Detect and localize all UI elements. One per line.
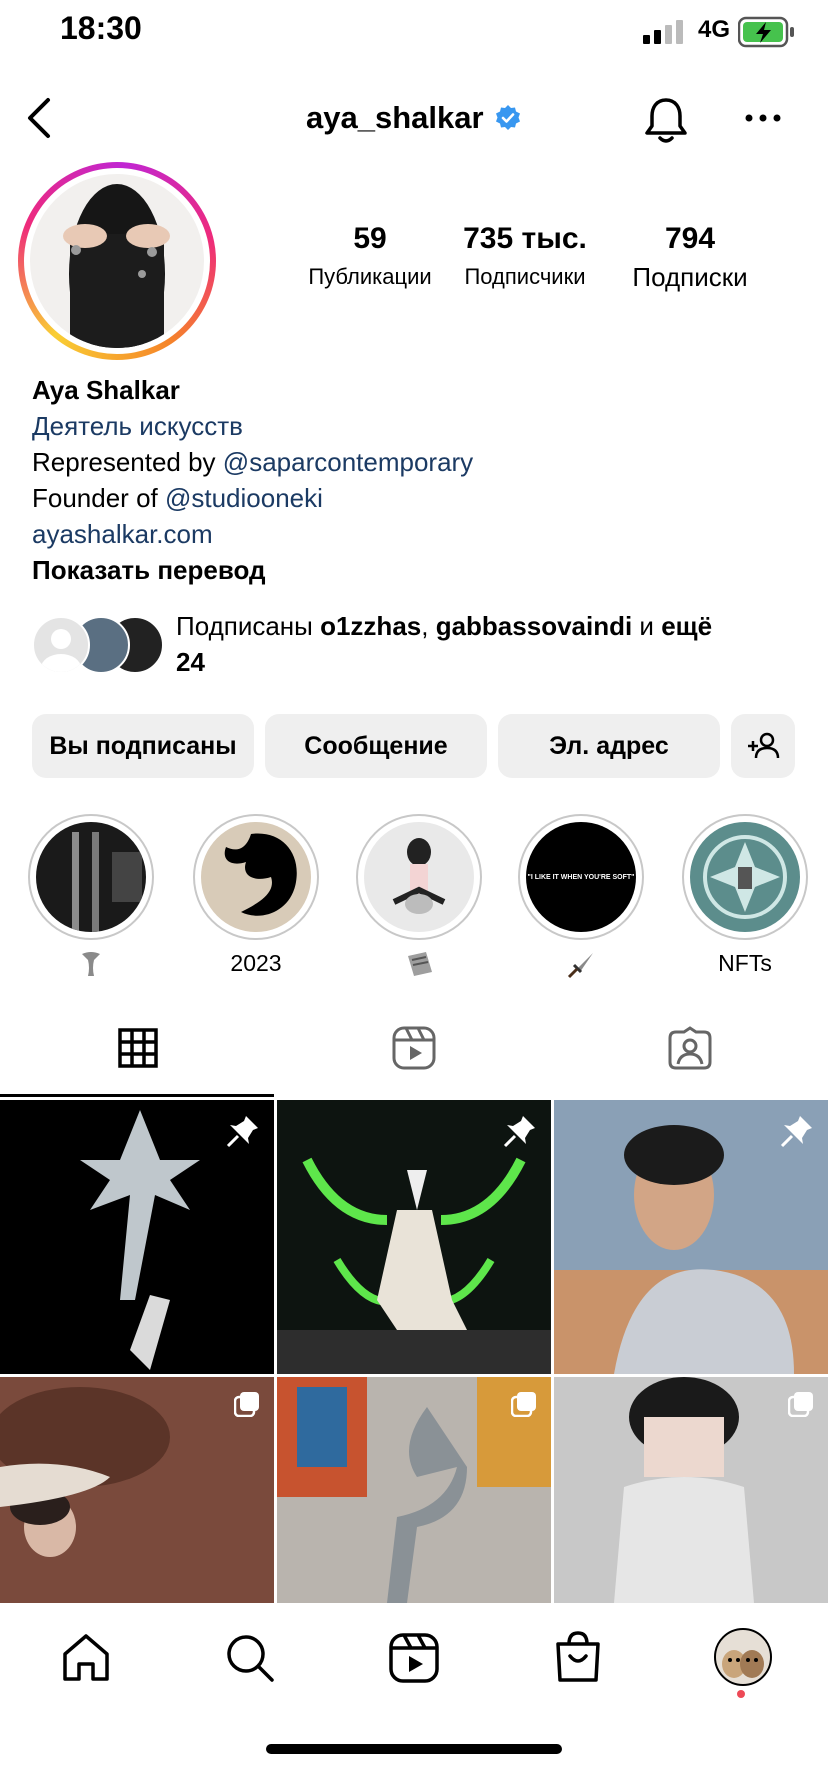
- profile-username: aya_shalkar: [306, 100, 484, 135]
- multiple-photos-icon: [234, 1392, 259, 1417]
- pinned-icon: [503, 1116, 535, 1148]
- highlight-1-emoji-icon: [82, 952, 100, 976]
- followed-by-more: ещё: [661, 611, 713, 641]
- email-button[interactable]: Эл. адрес: [498, 714, 720, 778]
- post-6-image: [614, 1377, 754, 1603]
- grid-post-1[interactable]: [0, 1100, 274, 1374]
- highlight-4[interactable]: "I LIKE IT WHEN YOU'RE SOFT": [518, 814, 644, 940]
- highlight-4-cover-text: "I LIKE IT WHEN YOU'RE SOFT": [527, 873, 635, 881]
- network-label: 4G: [698, 16, 731, 43]
- signal-icon: [643, 20, 683, 44]
- multiple-photos-icon: [511, 1392, 536, 1417]
- profile-nav-avatar[interactable]: [714, 1628, 772, 1686]
- mutual-avatar-1: [32, 616, 90, 674]
- stat-posts-count[interactable]: 59: [330, 222, 410, 256]
- bio-founder-text: Founder of: [32, 483, 165, 513]
- profile-avatar-ring[interactable]: [18, 162, 216, 360]
- followed-by-and: и: [632, 611, 662, 641]
- show-translation-link[interactable]: Показать перевод: [32, 552, 266, 588]
- followed-by-count: 24: [176, 647, 205, 677]
- stat-following-label[interactable]: Подписки: [610, 262, 770, 293]
- active-tab-indicator: [0, 1094, 274, 1097]
- suggest-users-button[interactable]: [731, 714, 795, 778]
- profile-nav-avatar-image: [722, 1650, 764, 1678]
- bio-line-founder: Founder of @studiooneki: [32, 480, 323, 516]
- post-4-image: [0, 1387, 170, 1557]
- bell-icon[interactable]: [642, 94, 690, 146]
- followed-by-text[interactable]: Подписаны o1zzhas, gabbassovaindi и ещё 2…: [176, 608, 796, 680]
- reels-icon: [392, 1026, 436, 1070]
- tab-grid[interactable]: [0, 1000, 276, 1096]
- avatar-photo: [63, 184, 170, 348]
- dagger-icon: [567, 953, 593, 979]
- highlight-2023-label: 2023: [230, 950, 282, 976]
- highlight-nfts-cover: [690, 822, 800, 932]
- battery-icon: [738, 16, 794, 48]
- tagged-person-icon: [668, 1026, 712, 1070]
- grid-post-5[interactable]: [277, 1377, 551, 1603]
- post-5-image: [277, 1377, 551, 1603]
- add-person-icon: [748, 732, 780, 759]
- profile-tabs: [0, 1000, 828, 1097]
- search-icon[interactable]: [224, 1632, 276, 1684]
- bio-mention-studiooneki[interactable]: @studiooneki: [165, 483, 323, 513]
- highlight-2023[interactable]: [193, 814, 319, 940]
- highlight-3-emoji-icon: [408, 952, 432, 976]
- grid-post-4[interactable]: [0, 1377, 274, 1603]
- bio-website-link[interactable]: ayashalkar.com: [32, 516, 213, 552]
- pinned-icon: [780, 1116, 812, 1148]
- grid-post-6[interactable]: [554, 1377, 828, 1603]
- pinned-icon: [226, 1116, 258, 1148]
- grid-icon: [118, 1028, 158, 1068]
- highlight-4-label: [506, 950, 656, 986]
- followed-by-sep: ,: [421, 611, 436, 641]
- highlight-3[interactable]: [356, 814, 482, 940]
- more-options-icon[interactable]: [744, 110, 782, 126]
- profile-name: Aya Shalkar: [32, 375, 180, 405]
- grid-post-3[interactable]: [554, 1100, 828, 1374]
- followed-by-user2: gabbassovaindi: [435, 611, 633, 641]
- verified-badge-icon: [496, 105, 520, 130]
- notification-dot: [737, 1690, 745, 1698]
- bio-line-represented: Represented by @saparcontemporary: [32, 444, 473, 480]
- highlight-nfts-label: NFTs: [718, 950, 772, 976]
- highlight-nfts-image: [703, 835, 787, 919]
- message-button[interactable]: Сообщение: [265, 714, 487, 778]
- followed-by-prefix: Подписаны: [176, 611, 321, 641]
- mutual-followers-avatars[interactable]: [30, 614, 166, 674]
- grid-post-2[interactable]: [277, 1100, 551, 1374]
- status-time: 18:30: [60, 10, 142, 46]
- tab-reels[interactable]: [276, 1000, 552, 1096]
- default-user-icon: [41, 629, 81, 672]
- highlight-1[interactable]: [28, 814, 154, 940]
- highlight-2023-cover: [201, 822, 311, 932]
- stat-posts-label[interactable]: Публикации: [290, 264, 450, 290]
- highlight-1-label: [16, 950, 166, 984]
- multiple-photos-icon: [788, 1392, 813, 1417]
- home-indicator: [266, 1744, 562, 1754]
- highlight-3-image: [392, 838, 446, 914]
- followed-by-user1: o1zzhas: [320, 611, 422, 641]
- highlight-1-image: [72, 832, 142, 932]
- highlight-2023-image: [224, 833, 297, 916]
- highlight-3-cover: [364, 822, 474, 932]
- bio-represented-text: Represented by: [32, 447, 223, 477]
- shop-icon[interactable]: [552, 1630, 604, 1684]
- highlight-1-cover: [36, 822, 146, 932]
- stat-followers-label[interactable]: Подписчики: [440, 264, 610, 290]
- stat-followers-count[interactable]: 735 тыс.: [440, 222, 610, 256]
- following-button[interactable]: Вы подписаны: [32, 714, 254, 778]
- reels-nav-icon[interactable]: [388, 1632, 440, 1684]
- highlight-4-cover: "I LIKE IT WHEN YOU'RE SOFT": [526, 822, 636, 932]
- profile-username-row: aya_shalkar: [0, 100, 828, 136]
- profile-category[interactable]: Деятель искусств: [32, 408, 243, 444]
- profile-avatar: [30, 174, 204, 348]
- bio-mention-saparcontemporary[interactable]: @saparcontemporary: [223, 447, 473, 477]
- home-icon[interactable]: [60, 1632, 112, 1684]
- highlight-3-label: [344, 950, 494, 984]
- bottom-navigation: [0, 1604, 828, 1772]
- stat-following-count[interactable]: 794: [630, 222, 750, 256]
- highlight-nfts[interactable]: [682, 814, 808, 940]
- tab-tagged[interactable]: [552, 1000, 828, 1096]
